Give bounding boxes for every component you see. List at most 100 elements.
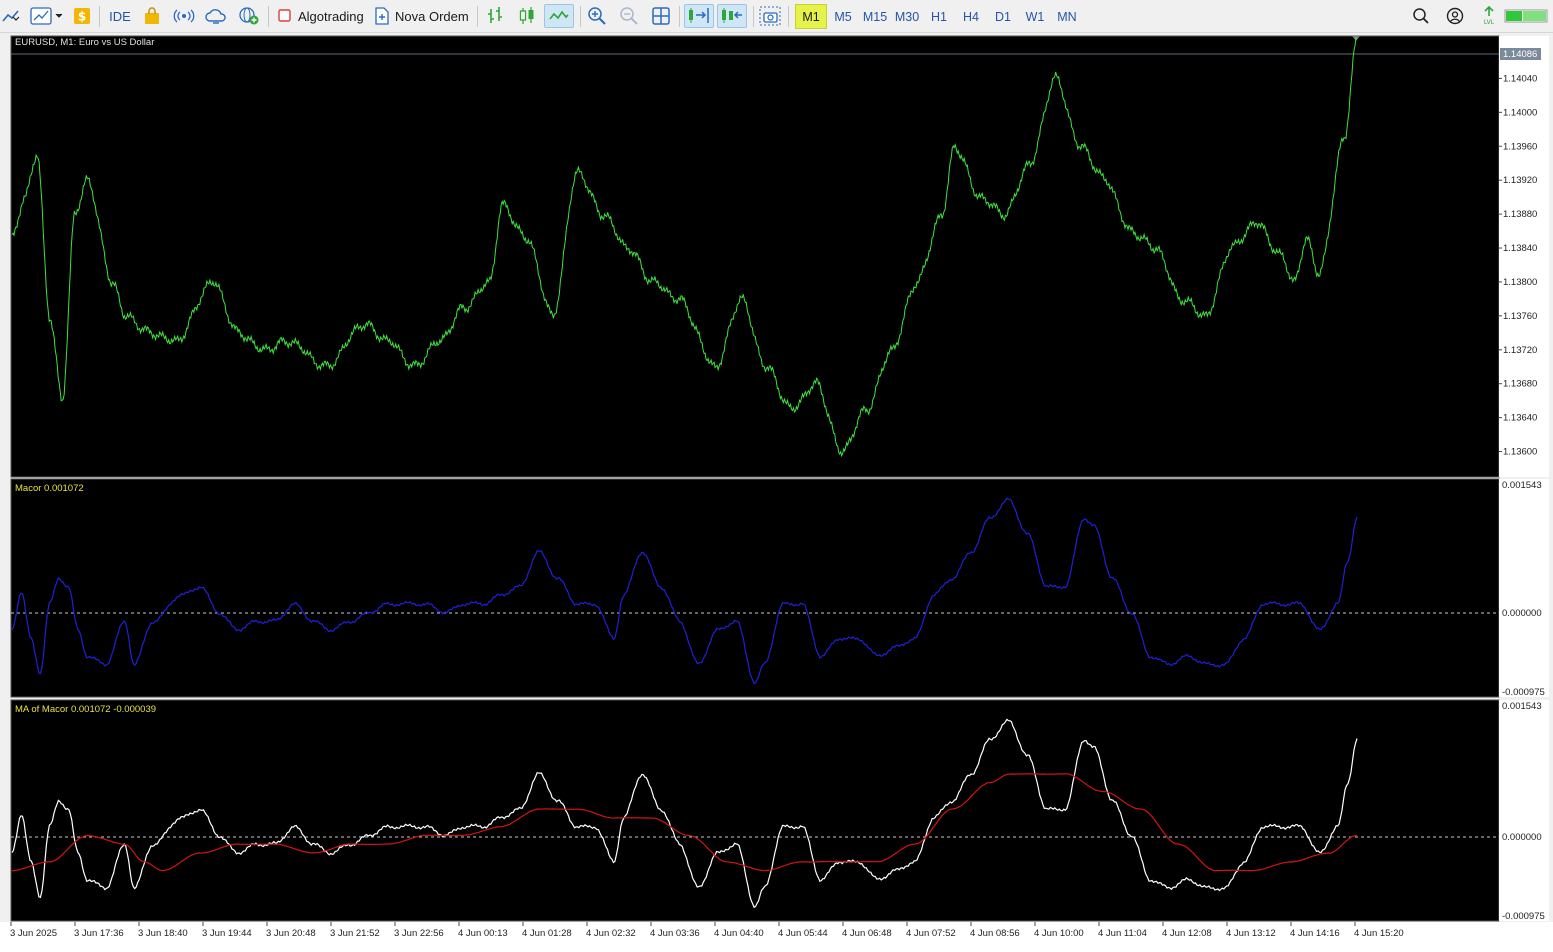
macor-axis[interactable] <box>1499 479 1549 697</box>
web-button[interactable] <box>237 4 261 28</box>
time-tick-label: 4 Jun 15:20 <box>1354 928 1404 939</box>
timeframe-m5[interactable]: M5 <box>827 4 859 29</box>
ma-macor-panel[interactable]: MA of Macor 0.001072 -0.000039 0.001543 … <box>10 699 1549 922</box>
auto-scroll-button[interactable] <box>684 4 714 28</box>
signal-lvl-icon: LVL <box>1484 6 1495 26</box>
main-toolbar: $ IDE Algotrading Nova Ordem M1 M5 M15 M… <box>0 0 1553 33</box>
indicators-dropdown[interactable] <box>27 4 65 28</box>
signals-button[interactable] <box>141 4 163 28</box>
macor-tick-zero: 0.000000 <box>1502 608 1542 619</box>
chart-type-dropdown[interactable] <box>0 4 22 28</box>
macor-label: Macor 0.001072 <box>15 483 84 494</box>
ma-macor-tick-min: -0.000975 <box>1502 911 1545 922</box>
connection-strength <box>1503 4 1549 28</box>
new-order-button[interactable]: Nova Ordem <box>372 4 470 28</box>
user-circle-icon <box>1446 7 1464 25</box>
algotrading-label: Algotrading <box>298 8 364 24</box>
time-tick-label: 4 Jun 04:40 <box>714 928 764 939</box>
screenshot-button[interactable] <box>758 4 782 28</box>
time-tick-label: 4 Jun 13:12 <box>1226 928 1276 939</box>
timeframe-h1[interactable]: H1 <box>923 4 955 29</box>
time-axis[interactable]: 3 Jun 2025 3 Jun 17:36 3 Jun 18:40 3 Jun 19… <box>0 922 1553 952</box>
time-tick-label: 3 Jun 18:40 <box>138 928 188 939</box>
ma-macor-tick-zero: 0.000000 <box>1502 832 1542 843</box>
macor-tick-max: 0.001543 <box>1502 480 1542 491</box>
ide-button[interactable]: IDE <box>104 4 136 28</box>
timeframe-w1[interactable]: W1 <box>1019 4 1051 29</box>
time-tick-label: 4 Jun 08:56 <box>970 928 1020 939</box>
price-tick-label: 1.14000 <box>1503 107 1537 118</box>
auto-scroll-icon <box>689 8 709 23</box>
timeframe-m15[interactable]: M15 <box>859 4 891 29</box>
time-tick-label: 4 Jun 00:13 <box>458 928 508 939</box>
chart-shift-icon <box>722 8 742 23</box>
chart-canvas: EURUSD, M1: Euro vs US Dollar 1.14040 1.1… <box>0 35 1553 952</box>
timeframe-m1[interactable]: M1 <box>795 4 827 29</box>
tile-windows-button[interactable] <box>649 4 673 28</box>
cloud-icon <box>205 9 226 24</box>
price-tick-label: 1.13800 <box>1503 277 1537 288</box>
chart-window-icon <box>30 7 63 25</box>
price-tick-label: 1.13960 <box>1503 141 1537 152</box>
current-price-label: 1.14086 <box>1503 49 1537 60</box>
dollar-icon: $ <box>74 8 90 24</box>
timeframe-h4[interactable]: H4 <box>955 4 987 29</box>
zoom-out-icon <box>620 7 638 25</box>
timeframe-d1[interactable]: D1 <box>987 4 1019 29</box>
time-tick-label: 3 Jun 20:48 <box>266 928 316 939</box>
ma-macor-tick-max: 0.001543 <box>1502 701 1542 712</box>
price-tick-label: 1.13920 <box>1503 175 1537 186</box>
time-tick-label: 3 Jun 19:44 <box>202 928 252 939</box>
price-tick-label: 1.13760 <box>1503 311 1537 322</box>
ma-macor-background <box>10 699 1500 922</box>
connection-status-button[interactable]: LVL <box>1478 4 1500 28</box>
price-tick-label: 1.13880 <box>1503 209 1537 220</box>
candlestick-icon <box>519 7 534 24</box>
timeframe-m30[interactable]: M30 <box>891 4 923 29</box>
main-chart-panel[interactable]: EURUSD, M1: Euro vs US Dollar 1.14040 1.1… <box>10 35 1549 478</box>
macor-background <box>10 478 1500 698</box>
price-tick-label: 1.14040 <box>1503 73 1537 84</box>
price-tick-label: 1.13680 <box>1503 379 1537 390</box>
price-tick-label: 1.13720 <box>1503 345 1537 356</box>
globe-add-icon <box>239 7 259 25</box>
time-tick-label: 3 Jun 22:56 <box>394 928 444 939</box>
macor-panel[interactable]: Macor 0.001072 0.001543 0.000000 -0.0009… <box>10 478 1549 698</box>
time-tick-label: 4 Jun 11:04 <box>1098 928 1147 939</box>
time-tick-label: 4 Jun 10:00 <box>1034 928 1084 939</box>
time-tick-label: 4 Jun 06:48 <box>842 928 892 939</box>
algotrading-button[interactable]: Algotrading <box>275 4 365 28</box>
shopping-bag-icon <box>145 7 159 24</box>
candlestick-button[interactable] <box>515 4 539 28</box>
new-order-icon <box>375 7 389 25</box>
zoom-out-button[interactable] <box>617 4 641 28</box>
broadcast-icon <box>173 9 195 23</box>
main-chart-background <box>10 35 1500 478</box>
ma-macor-axis[interactable] <box>1499 700 1549 921</box>
time-tick-label: 3 Jun 2025 <box>10 928 57 939</box>
line-chart-button[interactable] <box>544 4 574 28</box>
zoom-in-icon <box>588 7 606 25</box>
bar-chart-icon <box>488 7 502 23</box>
vps-button[interactable] <box>204 4 228 28</box>
chart-shift-button[interactable] <box>717 4 747 28</box>
battery-bar-icon <box>1504 9 1548 23</box>
price-tick-label: 1.13600 <box>1503 447 1537 458</box>
bar-chart-button[interactable] <box>483 4 507 28</box>
macor-tick-min: -0.000975 <box>1502 687 1545 698</box>
line-chart-mode-icon <box>549 10 569 20</box>
zoom-in-button[interactable] <box>585 4 609 28</box>
time-tick-label: 4 Jun 03:36 <box>650 928 700 939</box>
line-chart-icon <box>2 10 20 22</box>
price-axis[interactable] <box>1499 36 1549 477</box>
broadcast-button[interactable] <box>172 4 196 28</box>
time-tick-label: 3 Jun 21:52 <box>330 928 380 939</box>
search-button[interactable] <box>1410 4 1432 28</box>
svg-text:LVL: LVL <box>1484 19 1495 26</box>
account-button[interactable] <box>1444 4 1466 28</box>
market-button[interactable]: $ <box>71 4 93 28</box>
time-tick-label: 4 Jun 01:28 <box>522 928 572 939</box>
time-tick-label: 4 Jun 05:44 <box>778 928 828 939</box>
timeframe-mn[interactable]: MN <box>1051 4 1083 29</box>
main-chart-title: EURUSD, M1: Euro vs US Dollar <box>15 37 154 48</box>
